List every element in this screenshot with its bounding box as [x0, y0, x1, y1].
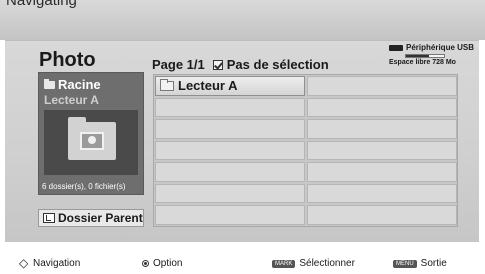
grid-cell-empty[interactable] — [307, 162, 457, 182]
ok-button-icon — [142, 260, 149, 267]
help-bar: Navigation Option MARK Sélectionner MENU… — [0, 252, 485, 274]
help-option: Option — [142, 258, 182, 269]
root-label: Racine — [58, 77, 101, 92]
page-indicator: Page 1/1 — [152, 57, 205, 72]
help-exit: MENU Sortie — [393, 258, 447, 269]
selection-checkbox-icon[interactable] — [212, 59, 223, 70]
device-label: Lecteur A — [44, 93, 99, 107]
usb-space-bar — [405, 54, 445, 58]
grid-cell-empty[interactable] — [155, 205, 305, 225]
root-folder-icon — [44, 78, 55, 89]
top-banner-text: Navigating — [6, 0, 77, 9]
grid-cell-empty[interactable] — [307, 76, 457, 96]
folder-icon — [160, 78, 174, 91]
item-count: 6 dossier(s), 0 fichier(s) — [42, 182, 126, 191]
current-folder-preview: Racine Lecteur A 6 dossier(s), 0 fichier… — [38, 72, 144, 195]
grid-cell-empty[interactable] — [155, 162, 305, 182]
root-label-row: Racine — [44, 77, 101, 92]
grid-cell-empty[interactable] — [155, 119, 305, 139]
top-banner: Navigating — [0, 0, 485, 40]
folder-photo-icon — [68, 117, 116, 160]
help-navigation: Navigation — [19, 256, 80, 270]
selection-status: Pas de sélection — [226, 57, 329, 72]
menu-key-icon: MENU — [393, 259, 417, 268]
grid-cell-empty[interactable] — [307, 183, 457, 204]
grid-cell-empty[interactable] — [155, 97, 305, 118]
grid-cell-empty[interactable] — [155, 140, 305, 161]
grid-cell-empty[interactable] — [155, 183, 305, 204]
help-select: MARK Sélectionner — [272, 258, 355, 269]
parent-folder-button[interactable]: Dossier Parent — [38, 209, 144, 227]
grid-cell-empty[interactable] — [307, 119, 457, 139]
grid-item-lecteur-a[interactable]: Lecteur A — [155, 76, 305, 96]
navigation-arrows-icon — [19, 256, 30, 270]
grid-cell-empty[interactable] — [307, 205, 457, 225]
usb-drive-icon — [389, 44, 403, 51]
grid-cell-empty[interactable] — [307, 140, 457, 161]
usb-free-space: Espace libre 728 Mo — [389, 59, 456, 66]
grid-item-label: Lecteur A — [178, 78, 238, 94]
usb-device-label: Périphérique USB — [406, 43, 475, 52]
usb-status: Périphérique USB Espace libre 728 Mo — [389, 43, 479, 66]
photo-icon — [80, 132, 104, 150]
folder-up-icon — [43, 213, 55, 223]
photo-browser-panel: Photo Périphérique USB Espace libre 728 … — [5, 40, 479, 242]
folder-thumbnail — [44, 110, 138, 175]
file-grid: Lecteur A — [153, 74, 458, 227]
page-title: Photo — [39, 49, 96, 71]
parent-folder-label: Dossier Parent — [58, 211, 143, 225]
mark-key-icon: MARK — [272, 259, 296, 268]
grid-cell-empty[interactable] — [307, 97, 457, 118]
page-info: Page 1/1 Pas de sélection — [152, 57, 329, 72]
